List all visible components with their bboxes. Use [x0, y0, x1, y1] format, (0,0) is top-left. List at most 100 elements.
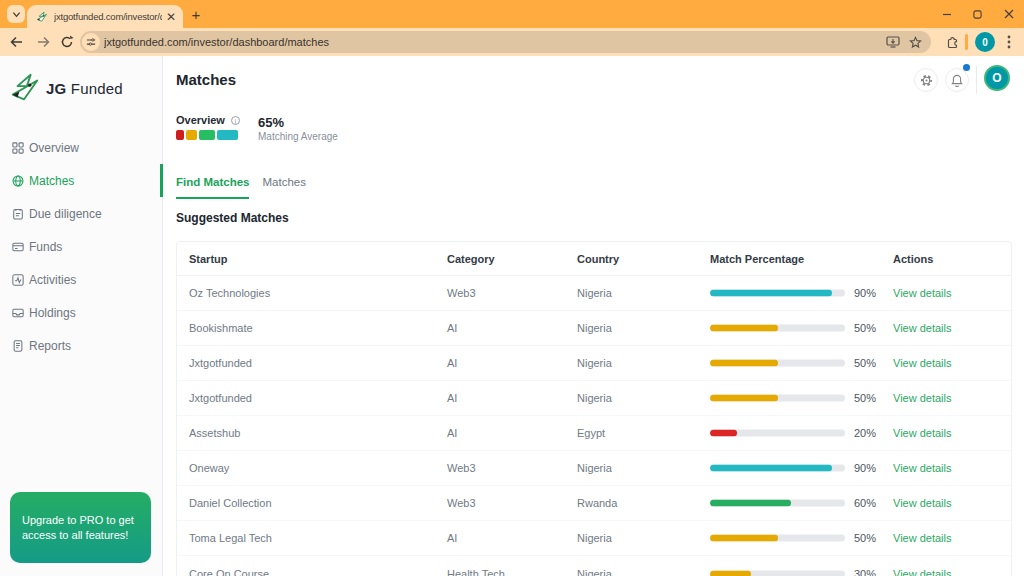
brand-bird-icon — [9, 72, 41, 104]
column-header-country: Country — [577, 253, 619, 265]
new-tab-button[interactable]: + — [188, 2, 204, 26]
header-separator — [976, 66, 977, 94]
cell-country: Nigeria — [577, 287, 612, 299]
view-details-link[interactable]: View details — [893, 568, 952, 576]
sidebar-item-label: Overview — [29, 141, 79, 155]
address-bar[interactable]: jxtgotfunded.com/investor/dashboard/matc… — [80, 31, 931, 53]
cell-startup: Toma Legal Tech — [189, 532, 272, 544]
sidebar-item-activities[interactable]: Activities — [0, 263, 162, 296]
tab-find-matches[interactable]: Find Matches — [176, 176, 249, 199]
match-bar-fill — [710, 500, 791, 507]
view-details-link[interactable]: View details — [893, 357, 952, 369]
cell-country: Rwanda — [577, 497, 617, 509]
upgrade-card[interactable]: Upgrade to PRO to get access to all feat… — [10, 492, 151, 563]
window-close-button[interactable] — [993, 0, 1024, 28]
site-info-icon[interactable] — [82, 33, 100, 51]
menu-dots-icon[interactable] — [1007, 35, 1011, 49]
settings-button[interactable] — [914, 68, 938, 92]
page-title: Matches — [176, 71, 236, 88]
match-bar-fill — [710, 360, 778, 367]
report-icon — [12, 340, 24, 352]
user-avatar[interactable]: O — [984, 65, 1010, 91]
matching-average-value: 65% — [258, 115, 284, 130]
brand-logo: JG Funded — [9, 72, 123, 104]
match-bar-track — [710, 290, 845, 297]
browser-toolbar: jxtgotfunded.com/investor/dashboard/matc… — [0, 28, 1024, 56]
table-row: Oz TechnologiesWeb3Nigeria90%View detail… — [177, 276, 1011, 311]
cell-category: Web3 — [447, 287, 476, 299]
matching-average-caption: Matching Average — [258, 131, 338, 142]
url-text[interactable]: jxtgotfunded.com/investor/dashboard/matc… — [104, 36, 886, 48]
cell-startup: Bookishmate — [189, 322, 253, 334]
cell-percent: 50% — [854, 322, 876, 334]
info-icon[interactable]: i — [231, 116, 240, 125]
overview-segment-0 — [176, 130, 184, 140]
sidebar-item-label: Holdings — [29, 306, 76, 320]
cell-startup: Oz Technologies — [189, 287, 270, 299]
cell-percent: 50% — [854, 392, 876, 404]
cell-startup: Jxtgotfunded — [189, 357, 252, 369]
tab-matches[interactable]: Matches — [262, 176, 305, 199]
match-bar-track — [710, 360, 845, 367]
cell-percent: 30% — [854, 568, 876, 576]
cell-country: Nigeria — [577, 322, 612, 334]
table-row: Daniel Collection Web3 Rwanda 60% View detai… — [177, 486, 1011, 521]
table-row: OnewayWeb3Nigeria90%View details — [177, 451, 1011, 486]
cell-percent: 60% — [854, 497, 876, 509]
send-to-device-icon[interactable] — [886, 36, 900, 48]
view-details-link[interactable]: View details — [893, 462, 952, 474]
reload-icon[interactable] — [60, 35, 74, 49]
browser-tab[interactable]: jxtgotfunded.com/investor/das ✕ — [27, 5, 183, 28]
sidebar-item-due-diligence[interactable]: Due diligence — [0, 197, 162, 230]
cell-country: Nigeria — [577, 462, 612, 474]
table-row: Bookishmate AI Nigeria 50% View details — [177, 311, 1011, 346]
tab-title: jxtgotfunded.com/investor/das — [54, 11, 162, 22]
cell-startup: Core On Course — [189, 568, 269, 576]
match-bar-track — [710, 535, 845, 542]
view-details-link[interactable]: View details — [893, 532, 952, 544]
match-bar-fill — [710, 290, 832, 297]
table-row: JxtgotfundedAINigeria50%View details — [177, 381, 1011, 416]
cell-category: Web3 — [447, 497, 476, 509]
cell-category: AI — [447, 357, 457, 369]
sidebar-item-label: Funds — [29, 240, 62, 254]
notifications-button[interactable] — [945, 68, 969, 92]
cell-category: AI — [447, 322, 457, 334]
table-row: JxtgotfundedAINigeria50%View details — [177, 346, 1011, 381]
sidebar-item-matches[interactable]: Matches — [0, 164, 162, 197]
overview-label: Overview — [176, 114, 225, 126]
cell-category: AI — [447, 392, 457, 404]
back-icon[interactable] — [10, 35, 24, 49]
view-details-link[interactable]: View details — [893, 287, 952, 299]
sidebar-item-holdings[interactable]: Holdings — [0, 296, 162, 329]
extensions-icon[interactable] — [945, 35, 959, 49]
forward-icon[interactable] — [36, 35, 50, 49]
table-row: Toma Legal TechAINigeria50%View details — [177, 521, 1011, 556]
column-header-match-percentage: Match Percentage — [710, 253, 804, 265]
match-bar-fill — [710, 325, 778, 332]
notification-dot — [963, 64, 970, 71]
activity-icon — [12, 274, 24, 286]
view-details-link[interactable]: View details — [893, 427, 952, 439]
cell-startup: Daniel Collection — [189, 497, 272, 509]
sidebar-item-overview[interactable]: Overview — [0, 131, 162, 164]
browser-profile-avatar[interactable]: 0 — [975, 32, 995, 52]
match-bar-track — [710, 500, 845, 507]
view-details-link[interactable]: View details — [893, 497, 952, 509]
minimize-button[interactable] — [931, 0, 962, 28]
view-details-link[interactable]: View details — [893, 392, 952, 404]
inbox-icon — [12, 307, 24, 319]
table-row: AssetshubAIEgypt20%View details — [177, 416, 1011, 451]
cell-percent: 20% — [854, 427, 876, 439]
upgrade-text: Upgrade to PRO to get access to all feat… — [22, 513, 137, 543]
sidebar-item-reports[interactable]: Reports — [0, 329, 162, 362]
tab-close-icon[interactable]: ✕ — [166, 11, 176, 23]
site-favicon-icon — [36, 11, 48, 23]
tabs: Find Matches Matches — [176, 176, 319, 199]
view-details-link[interactable]: View details — [893, 322, 952, 334]
tab-search-button[interactable] — [7, 5, 25, 23]
sidebar-item-funds[interactable]: Funds — [0, 230, 162, 263]
match-bar-fill — [710, 430, 737, 437]
bookmark-star-icon[interactable] — [909, 36, 922, 49]
maximize-button[interactable] — [962, 0, 993, 28]
